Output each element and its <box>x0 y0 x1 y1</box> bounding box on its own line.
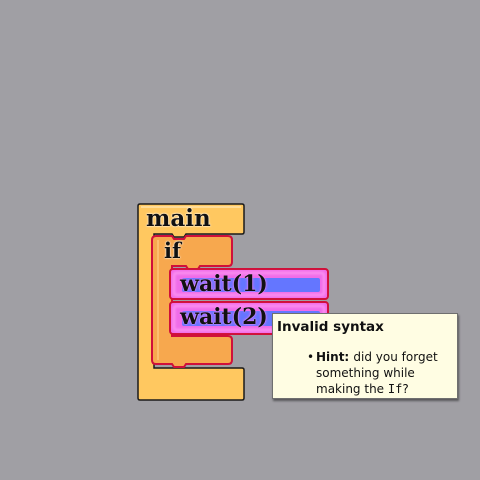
hint-end: ? <box>402 382 409 396</box>
block-stack <box>137 203 329 401</box>
tooltip-hint: • Hint: did you forget something while m… <box>307 349 456 397</box>
hint-label: Hint: <box>316 350 354 364</box>
hint-code: If <box>387 382 403 396</box>
tooltip-title: Invalid syntax <box>277 319 384 335</box>
bullet-icon: • <box>307 350 315 364</box>
error-tooltip: Invalid syntax • Hint: did you forget so… <box>272 313 458 399</box>
main-block-label: main <box>146 205 211 232</box>
if-block-label: if <box>164 238 182 263</box>
wait-block-1-label: wait(1) <box>180 271 268 297</box>
wait-block-2-label: wait(2) <box>180 304 268 330</box>
workspace-canvas[interactable]: main if wait(1) wait(2) Invalid syntax •… <box>0 0 480 480</box>
